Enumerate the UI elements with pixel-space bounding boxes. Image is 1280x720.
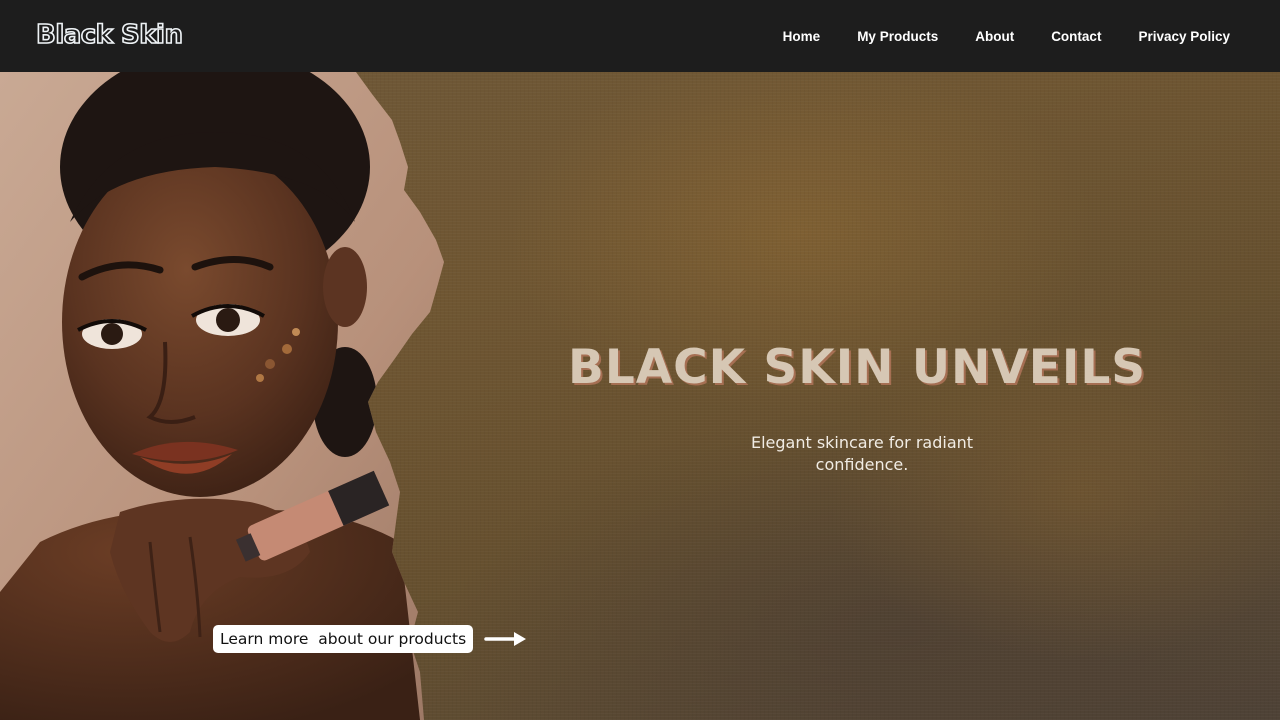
- hero-headline: BLACK SKIN UNVEILS: [568, 340, 1147, 395]
- nav-contact[interactable]: Contact: [1051, 29, 1101, 44]
- hero-subtitle: Elegant skincare for radiant confidence.: [750, 433, 974, 474]
- main-nav: Home My Products About Contact Privacy P…: [783, 0, 1230, 72]
- nav-home[interactable]: Home: [783, 29, 821, 44]
- navbar: Black Skin Home My Products About Contac…: [0, 0, 1280, 72]
- model-photo: [0, 72, 444, 720]
- nav-my-products[interactable]: My Products: [857, 29, 938, 44]
- nav-privacy-policy[interactable]: Privacy Policy: [1138, 29, 1230, 44]
- hero-section: BLACK SKIN UNVEILS Elegant skincare for …: [0, 72, 1280, 720]
- learn-more-button[interactable]: Learn more about our products: [213, 625, 474, 653]
- brand-logo[interactable]: Black Skin: [35, 19, 184, 51]
- nav-about[interactable]: About: [975, 29, 1014, 44]
- arrow-right-icon[interactable]: [484, 629, 528, 649]
